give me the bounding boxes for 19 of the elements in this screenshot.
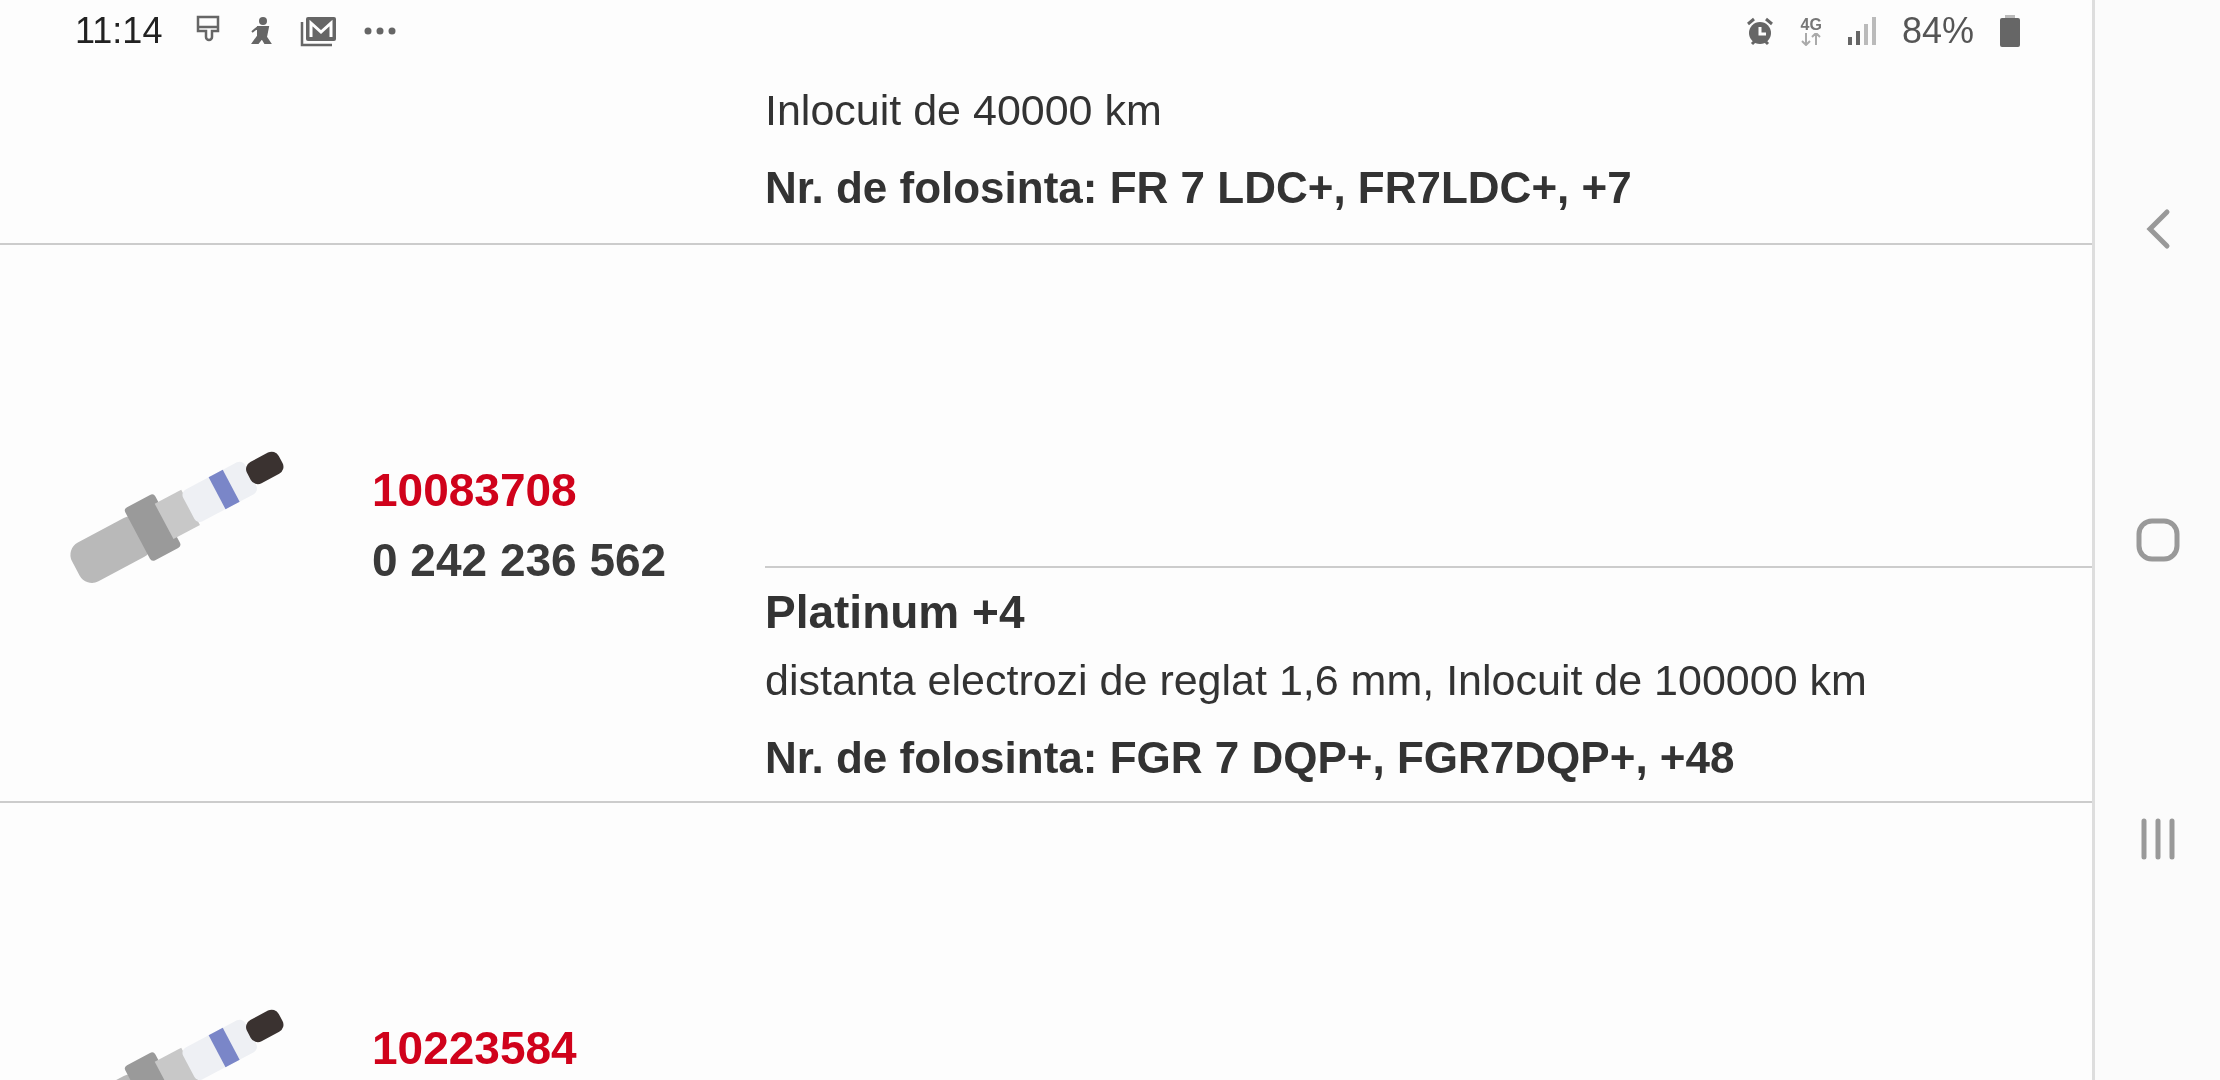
product-description: Inlocuit de 40000 km <box>765 85 1163 136</box>
usage-numbers: Nr. de folosinta: FR 7 LDC+, FR7LDC+, +7 <box>765 162 1633 214</box>
product-title: Platinum +4 <box>765 585 1026 640</box>
home-icon[interactable] <box>2135 518 2180 562</box>
battery-icon <box>2000 15 2020 47</box>
signal-icon <box>1847 17 1876 45</box>
product-code[interactable]: 10083708 <box>372 463 765 517</box>
network-type: 4G <box>1800 16 1822 33</box>
data-arrows-icon <box>1801 32 1822 46</box>
part-number: 0 242 236 562 <box>372 533 668 587</box>
usage-numbers: Nr. de folosinta: FGR 7 DQP+, FGR7DQP+, +48 <box>765 732 1736 784</box>
mail-icon <box>300 15 339 47</box>
back-icon[interactable] <box>2144 208 2171 250</box>
product-description: distanta electrozi de reglat 1,6 mm, Inlocuit de 100000 km <box>765 655 1868 706</box>
more-icon <box>364 27 397 35</box>
clock-time: 11:14 <box>75 10 163 52</box>
alarm-icon <box>1744 16 1775 46</box>
product-code[interactable]: 10223584 <box>372 1021 765 1075</box>
battery-percent: 84% <box>1901 10 1974 52</box>
